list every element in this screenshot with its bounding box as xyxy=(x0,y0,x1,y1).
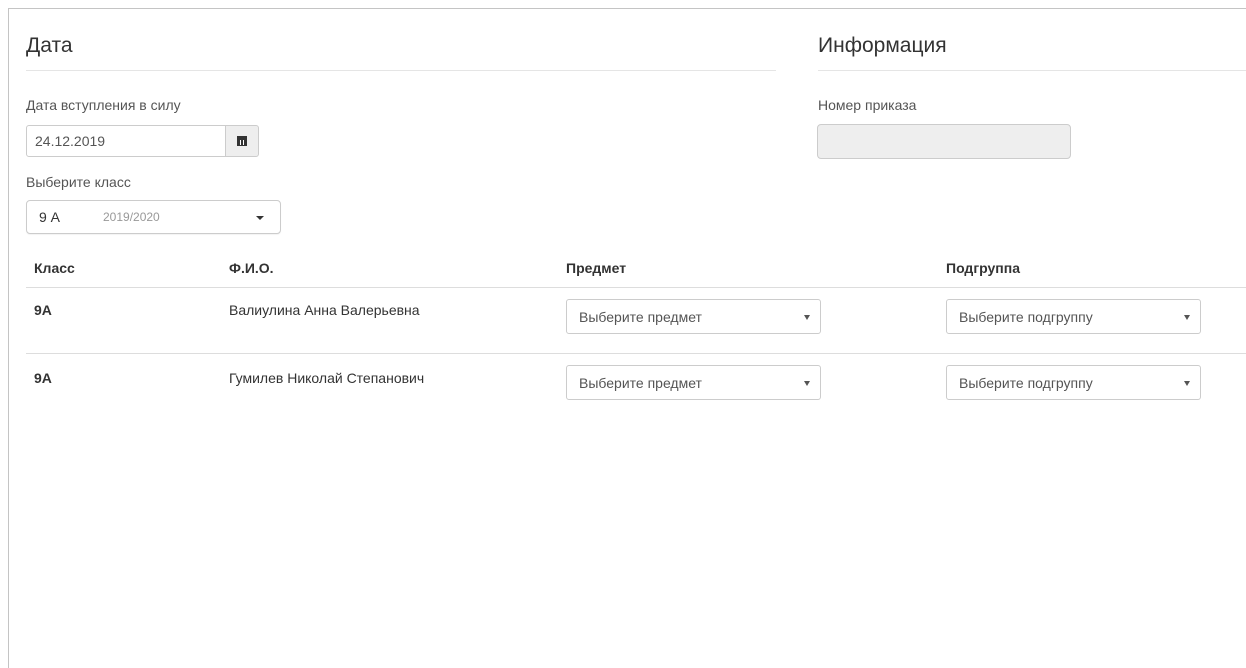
date-section-divider xyxy=(26,70,776,71)
effective-date-input[interactable]: 24.12.2019 xyxy=(26,125,226,157)
class-select-value: 9 А xyxy=(39,209,61,225)
column-header-name: Ф.И.О. xyxy=(229,260,274,276)
subject-select[interactable]: Выберите предмет xyxy=(566,299,821,334)
subgroup-select-value: Выберите подгруппу xyxy=(959,374,1093,391)
caret-down-icon xyxy=(256,216,264,220)
info-section-title: Информация xyxy=(818,34,947,57)
class-select-year: 2019/2020 xyxy=(103,210,160,224)
column-header-class: Класс xyxy=(34,260,75,276)
table-row-divider xyxy=(26,353,1246,354)
subject-select-value: Выберите предмет xyxy=(579,374,702,391)
table-header-divider xyxy=(26,287,1246,288)
subgroup-select[interactable]: Выберите подгруппу xyxy=(946,299,1201,334)
dropdown-arrow-icon xyxy=(1184,380,1190,386)
row-class: 9А xyxy=(34,370,52,386)
order-number-input[interactable] xyxy=(817,124,1071,159)
class-select[interactable]: 9 А 2019/2020 xyxy=(26,200,281,234)
order-number-label: Номер приказа xyxy=(818,97,917,113)
form-panel xyxy=(8,8,1246,668)
column-header-subgroup: Подгруппа xyxy=(946,260,1020,276)
class-select-label: Выберите класс xyxy=(26,174,131,190)
row-name: Валиулина Анна Валерьевна xyxy=(229,302,420,318)
row-name: Гумилев Николай Степанович xyxy=(229,370,425,386)
subgroup-select-value: Выберите подгруппу xyxy=(959,308,1093,325)
subgroup-select[interactable]: Выберите подгруппу xyxy=(946,365,1201,400)
effective-date-label: Дата вступления в силу xyxy=(26,97,181,113)
subject-select-value: Выберите предмет xyxy=(579,308,702,325)
row-class: 9А xyxy=(34,302,52,318)
calendar-icon xyxy=(237,136,247,146)
info-section-divider xyxy=(818,70,1246,71)
subject-select[interactable]: Выберите предмет xyxy=(566,365,821,400)
calendar-button[interactable] xyxy=(225,125,259,157)
date-section-title: Дата xyxy=(26,34,73,57)
dropdown-arrow-icon xyxy=(804,380,810,386)
dropdown-arrow-icon xyxy=(804,314,810,320)
dropdown-arrow-icon xyxy=(1184,314,1190,320)
column-header-subject: Предмет xyxy=(566,260,627,276)
